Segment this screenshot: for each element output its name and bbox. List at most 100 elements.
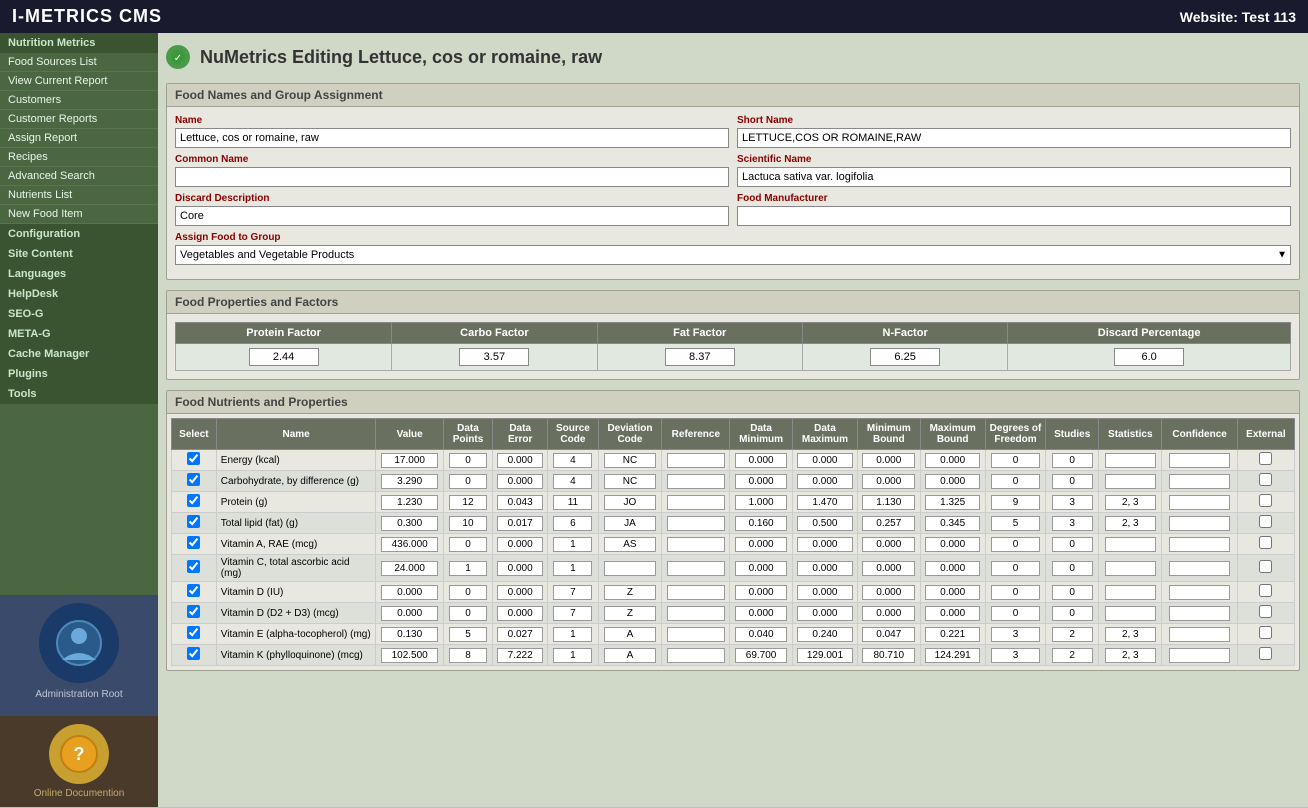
data-error-input[interactable] [497,453,543,468]
admin-icon[interactable] [39,603,119,683]
external-checkbox[interactable] [1259,473,1272,486]
data-points-input[interactable] [449,495,487,510]
confidence-input[interactable] [1169,585,1231,600]
reference-input[interactable] [667,627,725,642]
data-error-input[interactable] [497,561,543,576]
data-error-input[interactable] [497,516,543,531]
dof-input[interactable] [991,561,1039,576]
data-max-input[interactable] [797,537,852,552]
data-min-input[interactable] [735,627,788,642]
deviation-code-input[interactable] [604,474,655,489]
row-checkbox[interactable] [187,452,200,465]
row-checkbox[interactable] [187,584,200,597]
data-max-input[interactable] [797,474,852,489]
dof-input[interactable] [991,495,1039,510]
external-checkbox[interactable] [1259,647,1272,660]
value-input[interactable] [381,474,439,489]
external-checkbox[interactable] [1259,452,1272,465]
data-max-input[interactable] [797,516,852,531]
studies-input[interactable] [1052,648,1093,663]
source-code-input[interactable] [553,561,592,576]
data-min-input[interactable] [735,537,788,552]
protein-factor-input[interactable] [249,348,319,366]
confidence-input[interactable] [1169,453,1231,468]
select-cell[interactable] [172,603,217,624]
studies-input[interactable] [1052,474,1093,489]
min-bound-input[interactable] [862,537,915,552]
data-points-input[interactable] [449,627,487,642]
data-min-input[interactable] [735,516,788,531]
data-points-input[interactable] [449,561,487,576]
online-doc-icon[interactable]: ? [49,724,109,784]
row-checkbox[interactable] [187,515,200,528]
sidebar-item-food-sources-list[interactable]: Food Sources List [0,53,158,72]
data-points-input[interactable] [449,516,487,531]
dof-input[interactable] [991,585,1039,600]
select-cell[interactable] [172,624,217,645]
sidebar-section-languages[interactable]: Languages [0,264,158,284]
statistics-input[interactable] [1105,537,1156,552]
dof-input[interactable] [991,537,1039,552]
min-bound-input[interactable] [862,585,915,600]
sidebar-item-customer-reports[interactable]: Customer Reports [0,110,158,129]
max-bound-input[interactable] [925,561,980,576]
row-checkbox[interactable] [187,560,200,573]
select-cell[interactable] [172,492,217,513]
max-bound-input[interactable] [925,606,980,621]
value-input[interactable] [381,453,439,468]
max-bound-input[interactable] [925,453,980,468]
assign-group-select[interactable]: Vegetables and Vegetable Products [175,245,1291,265]
select-cell[interactable] [172,645,217,666]
deviation-code-input[interactable] [604,606,655,621]
external-checkbox[interactable] [1259,605,1272,618]
sidebar-item-advanced-search[interactable]: Advanced Search [0,167,158,186]
data-min-input[interactable] [735,453,788,468]
row-checkbox[interactable] [187,536,200,549]
deviation-code-input[interactable] [604,516,655,531]
name-input[interactable] [175,128,729,148]
confidence-input[interactable] [1169,627,1231,642]
sidebar-section-meta-g[interactable]: META-G [0,324,158,344]
studies-input[interactable] [1052,606,1093,621]
row-checkbox[interactable] [187,647,200,660]
data-error-input[interactable] [497,495,543,510]
confidence-input[interactable] [1169,648,1231,663]
food-manufacturer-input[interactable] [737,206,1291,226]
studies-input[interactable] [1052,537,1093,552]
carbo-factor-input[interactable] [459,348,529,366]
deviation-code-input[interactable] [604,627,655,642]
select-cell[interactable] [172,513,217,534]
external-checkbox[interactable] [1259,560,1272,573]
dof-input[interactable] [991,627,1039,642]
value-input[interactable] [381,495,439,510]
confidence-input[interactable] [1169,561,1231,576]
source-code-input[interactable] [553,585,592,600]
data-max-input[interactable] [797,453,852,468]
select-cell[interactable] [172,555,217,582]
value-input[interactable] [381,627,439,642]
sidebar-item-view-current-report[interactable]: View Current Report [0,72,158,91]
min-bound-input[interactable] [862,648,915,663]
data-points-input[interactable] [449,606,487,621]
reference-input[interactable] [667,537,725,552]
deviation-code-input[interactable] [604,648,655,663]
sidebar-item-assign-report[interactable]: Assign Report [0,129,158,148]
source-code-input[interactable] [553,648,592,663]
value-input[interactable] [381,516,439,531]
max-bound-input[interactable] [925,474,980,489]
statistics-input[interactable] [1105,606,1156,621]
statistics-input[interactable] [1105,453,1156,468]
statistics-input[interactable] [1105,516,1156,531]
external-checkbox[interactable] [1259,584,1272,597]
fat-factor-input[interactable] [665,348,735,366]
external-checkbox[interactable] [1259,515,1272,528]
data-max-input[interactable] [797,648,852,663]
select-cell[interactable] [172,471,217,492]
external-checkbox[interactable] [1259,494,1272,507]
deviation-code-input[interactable] [604,495,655,510]
value-input[interactable] [381,585,439,600]
data-error-input[interactable] [497,627,543,642]
sidebar-section-nutrition[interactable]: Nutrition Metrics [0,33,158,53]
dof-input[interactable] [991,516,1039,531]
source-code-input[interactable] [553,606,592,621]
